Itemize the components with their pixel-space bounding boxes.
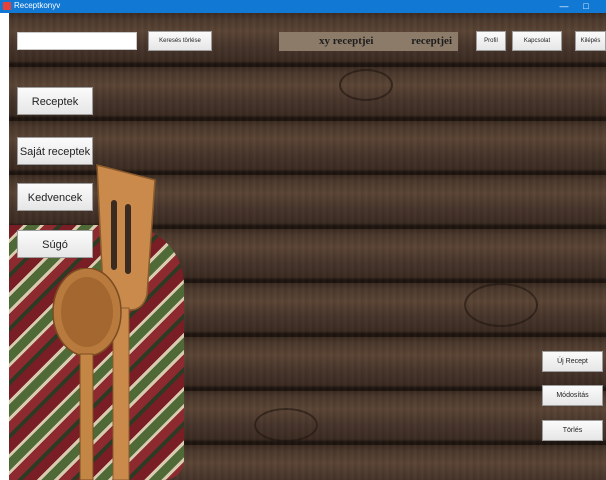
- user-recipes-panel: xy receptjei receptjei: [279, 32, 458, 51]
- wood-knot: [339, 69, 393, 101]
- wood-knot: [254, 408, 318, 442]
- profile-button[interactable]: Profil: [476, 31, 506, 51]
- new-recipe-button[interactable]: Új Recept: [542, 351, 603, 372]
- contact-button[interactable]: Kapcsolat: [512, 31, 562, 51]
- delete-button[interactable]: Törlés: [542, 420, 603, 441]
- window-titlebar: Receptkonyv — □: [0, 0, 606, 13]
- favorites-button[interactable]: Kedvencek: [17, 183, 93, 211]
- window-title: Receptkonyv: [14, 1, 61, 10]
- help-button[interactable]: Súgó: [17, 230, 93, 258]
- logout-button[interactable]: Kilépés: [575, 31, 606, 51]
- search-input[interactable]: [17, 32, 137, 50]
- recipes-button[interactable]: Receptek: [17, 87, 93, 115]
- edit-button[interactable]: Módosítás: [542, 385, 603, 406]
- user-recipes-label: xy receptjei: [319, 35, 374, 47]
- recipes-label: receptjei: [411, 35, 452, 47]
- wooden-spoon-image: [52, 268, 122, 480]
- clear-search-button[interactable]: Keresés törlése: [148, 31, 212, 51]
- app-icon: [3, 2, 11, 10]
- maximize-icon[interactable]: □: [578, 0, 594, 13]
- wood-knot: [464, 283, 538, 327]
- minimize-icon[interactable]: —: [556, 0, 572, 13]
- own-recipes-button[interactable]: Saját receptek: [17, 137, 93, 165]
